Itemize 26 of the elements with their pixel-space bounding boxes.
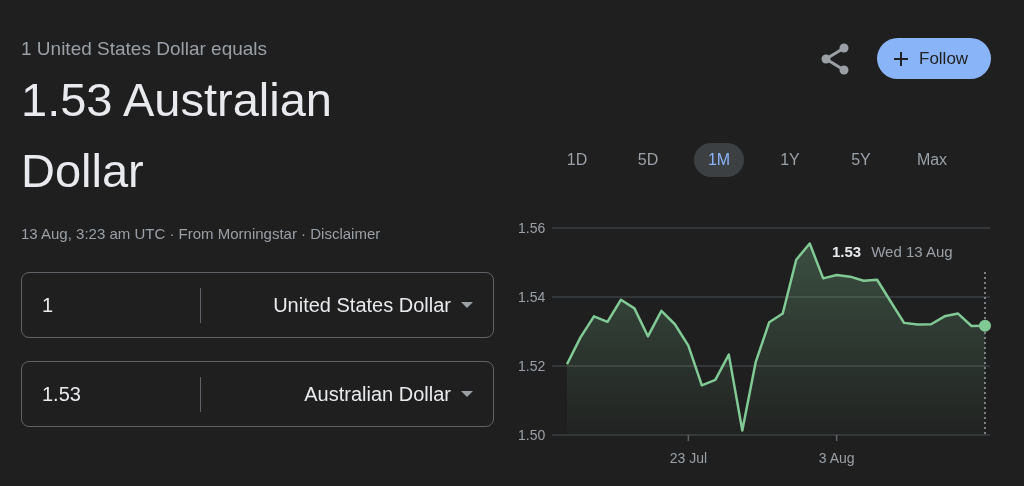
amount-input[interactable]: 1 — [22, 290, 200, 320]
amount-input[interactable]: 1.53 — [22, 379, 200, 409]
share-icon[interactable] — [821, 42, 851, 75]
y-axis-label: 1.50 — [518, 427, 546, 443]
range-tab[interactable]: 1Y — [765, 143, 815, 177]
exchange-rate-heading: 1.53 Australian Dollar — [21, 72, 333, 199]
caret-icon — [461, 302, 473, 308]
range-tab[interactable]: 5Y — [836, 143, 886, 177]
range-tab[interactable]: 1M — [694, 143, 744, 177]
range-tab[interactable]: 5D — [623, 143, 673, 177]
plus-icon — [893, 50, 909, 67]
y-axis-label: 1.54 — [518, 289, 546, 305]
caret-icon — [461, 391, 473, 397]
x-axis-label: 3 Aug — [818, 450, 855, 466]
y-axis-label: 1.52 — [518, 358, 546, 374]
y-axis-label: 1.56 — [518, 220, 546, 236]
subtitle: 1 United States Dollar equals — [21, 37, 268, 61]
tooltip-text: 1.53 Wed 13 Aug — [832, 243, 953, 260]
update-info: 13 Aug, 3:23 am UTC · From Morningstar · Disclaimer — [21, 224, 381, 244]
currency-dropdown[interactable]: Australian Dollar — [201, 379, 493, 409]
data-point — [979, 319, 991, 332]
x-axis-label: 23 Jul — [669, 450, 708, 466]
follow-button[interactable]: Follow — [877, 38, 991, 79]
range-tab[interactable]: Max — [907, 143, 957, 177]
currency-dropdown[interactable]: United States Dollar — [201, 290, 493, 320]
range-tab[interactable]: 1D — [552, 143, 602, 177]
